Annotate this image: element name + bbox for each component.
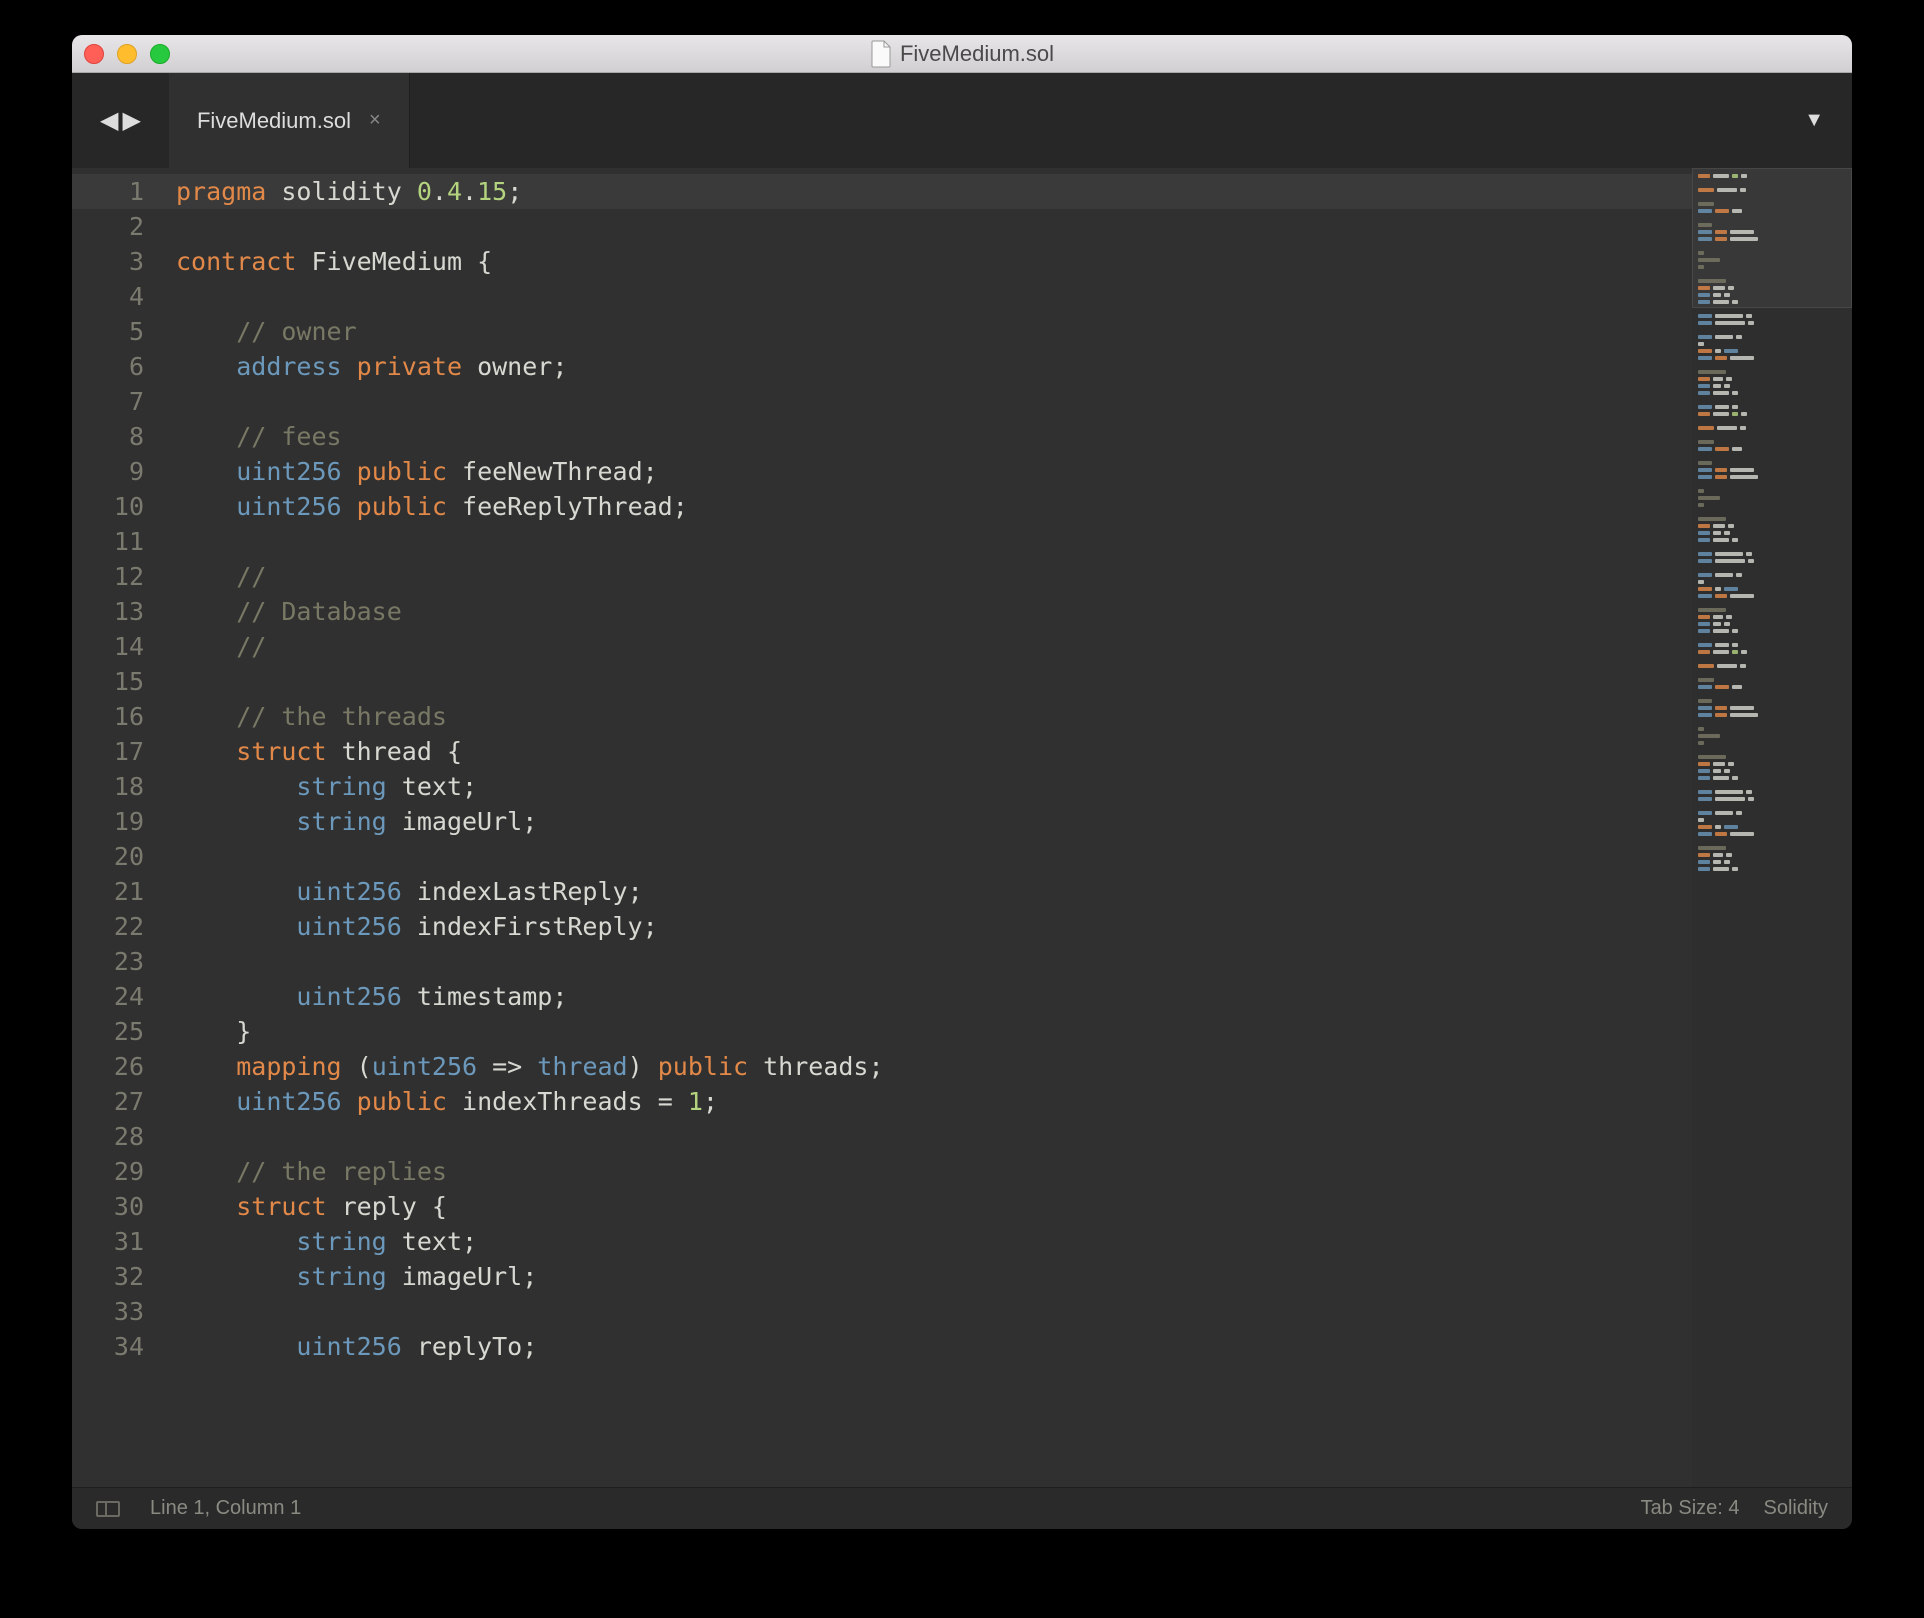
code-line[interactable]: uint256 replyTo; — [176, 1329, 1692, 1364]
line-number[interactable]: 14 — [78, 629, 144, 664]
line-number[interactable]: 3 — [78, 244, 144, 279]
titlebar[interactable]: FiveMedium.sol — [72, 35, 1852, 73]
line-number[interactable]: 13 — [78, 594, 144, 629]
status-tabsize[interactable]: Tab Size: 4 — [1641, 1497, 1740, 1520]
line-number[interactable]: 28 — [78, 1119, 144, 1154]
line-number[interactable]: 33 — [78, 1294, 144, 1329]
code-line[interactable]: // Database — [176, 594, 1692, 629]
line-number[interactable]: 1 — [72, 174, 158, 209]
line-number[interactable]: 30 — [78, 1189, 144, 1224]
line-number[interactable]: 25 — [78, 1014, 144, 1049]
code-line[interactable] — [176, 384, 1692, 419]
code-line[interactable]: // fees — [176, 419, 1692, 454]
code-line[interactable] — [176, 279, 1692, 314]
line-number[interactable]: 34 — [78, 1329, 144, 1364]
code-line[interactable]: string imageUrl; — [176, 804, 1692, 839]
code-line[interactable] — [176, 664, 1692, 699]
minimize-window-button[interactable] — [117, 44, 137, 64]
line-number[interactable]: 6 — [78, 349, 144, 384]
code-line[interactable]: mapping (uint256 => thread) public threa… — [176, 1049, 1692, 1084]
line-number[interactable]: 24 — [78, 979, 144, 1014]
line-number[interactable]: 31 — [78, 1224, 144, 1259]
line-number[interactable]: 7 — [78, 384, 144, 419]
code-line[interactable]: } — [176, 1014, 1692, 1049]
code-content[interactable]: pragma solidity 0.4.15; contract FiveMed… — [158, 168, 1692, 1487]
panel-icon[interactable] — [96, 1501, 120, 1517]
line-number[interactable]: 4 — [78, 279, 144, 314]
code-line[interactable]: // the replies — [176, 1154, 1692, 1189]
line-number[interactable]: 20 — [78, 839, 144, 874]
minimap[interactable] — [1692, 168, 1852, 1487]
line-number[interactable]: 2 — [78, 209, 144, 244]
line-number[interactable]: 16 — [78, 699, 144, 734]
tab-nav: ◀ ▶ — [72, 73, 169, 168]
code-line[interactable] — [176, 944, 1692, 979]
code-line[interactable]: uint256 indexLastReply; — [176, 874, 1692, 909]
code-line[interactable]: uint256 public feeNewThread; — [176, 454, 1692, 489]
line-number[interactable]: 10 — [78, 489, 144, 524]
editor-window: FiveMedium.sol ◀ ▶ FiveMedium.sol × ▼ 12… — [72, 35, 1852, 1529]
tab-label: FiveMedium.sol — [197, 108, 351, 134]
maximize-window-button[interactable] — [150, 44, 170, 64]
close-window-button[interactable] — [84, 44, 104, 64]
tab-spacer — [410, 73, 1777, 168]
code-line[interactable]: string imageUrl; — [176, 1259, 1692, 1294]
line-number[interactable]: 5 — [78, 314, 144, 349]
line-number[interactable]: 19 — [78, 804, 144, 839]
editor-area: 1234567891011121314151617181920212223242… — [72, 168, 1852, 1487]
gutter[interactable]: 1234567891011121314151617181920212223242… — [72, 168, 158, 1487]
line-number[interactable]: 21 — [78, 874, 144, 909]
code-line[interactable]: // — [176, 629, 1692, 664]
line-number[interactable]: 15 — [78, 664, 144, 699]
code-line[interactable]: string text; — [176, 1224, 1692, 1259]
code-line[interactable] — [176, 524, 1692, 559]
code-line[interactable]: uint256 public indexThreads = 1; — [176, 1084, 1692, 1119]
code-line[interactable]: // — [176, 559, 1692, 594]
status-cursor[interactable]: Line 1, Column 1 — [150, 1497, 301, 1520]
code-line[interactable]: uint256 indexFirstReply; — [176, 909, 1692, 944]
line-number[interactable]: 22 — [78, 909, 144, 944]
tab-fivemedium[interactable]: FiveMedium.sol × — [169, 73, 410, 168]
tab-bar: ◀ ▶ FiveMedium.sol × ▼ — [72, 73, 1852, 168]
code-line[interactable] — [176, 1294, 1692, 1329]
line-number[interactable]: 8 — [78, 419, 144, 454]
code-line[interactable] — [176, 1119, 1692, 1154]
status-bar: Line 1, Column 1 Tab Size: 4 Solidity — [72, 1487, 1852, 1529]
line-number[interactable]: 29 — [78, 1154, 144, 1189]
code-line[interactable]: struct reply { — [176, 1189, 1692, 1224]
traffic-lights — [84, 44, 170, 64]
code-line[interactable] — [176, 839, 1692, 874]
chevron-down-icon: ▼ — [1804, 109, 1824, 132]
code-line[interactable]: // owner — [176, 314, 1692, 349]
window-title-area: FiveMedium.sol — [72, 40, 1852, 68]
code-line[interactable]: string text; — [176, 769, 1692, 804]
tab-nav-next[interactable]: ▶ — [122, 106, 140, 135]
code-line[interactable]: uint256 public feeReplyThread; — [176, 489, 1692, 524]
code-line[interactable]: uint256 timestamp; — [176, 979, 1692, 1014]
code-line[interactable] — [176, 209, 1692, 244]
tab-close-icon[interactable]: × — [369, 109, 381, 132]
code-line[interactable]: contract FiveMedium { — [176, 244, 1692, 279]
code-line[interactable]: pragma solidity 0.4.15; — [158, 174, 1692, 209]
line-number[interactable]: 23 — [78, 944, 144, 979]
line-number[interactable]: 18 — [78, 769, 144, 804]
window-title: FiveMedium.sol — [900, 41, 1054, 67]
status-language[interactable]: Solidity — [1764, 1497, 1828, 1520]
line-number[interactable]: 17 — [78, 734, 144, 769]
tab-nav-prev[interactable]: ◀ — [100, 106, 118, 135]
code-line[interactable]: address private owner; — [176, 349, 1692, 384]
line-number[interactable]: 11 — [78, 524, 144, 559]
code-line[interactable]: struct thread { — [176, 734, 1692, 769]
code-line[interactable]: // the threads — [176, 699, 1692, 734]
new-tab-dropdown[interactable]: ▼ — [1776, 73, 1852, 168]
line-number[interactable]: 27 — [78, 1084, 144, 1119]
line-number[interactable]: 32 — [78, 1259, 144, 1294]
line-number[interactable]: 9 — [78, 454, 144, 489]
line-number[interactable]: 12 — [78, 559, 144, 594]
line-number[interactable]: 26 — [78, 1049, 144, 1084]
file-icon — [870, 40, 892, 68]
